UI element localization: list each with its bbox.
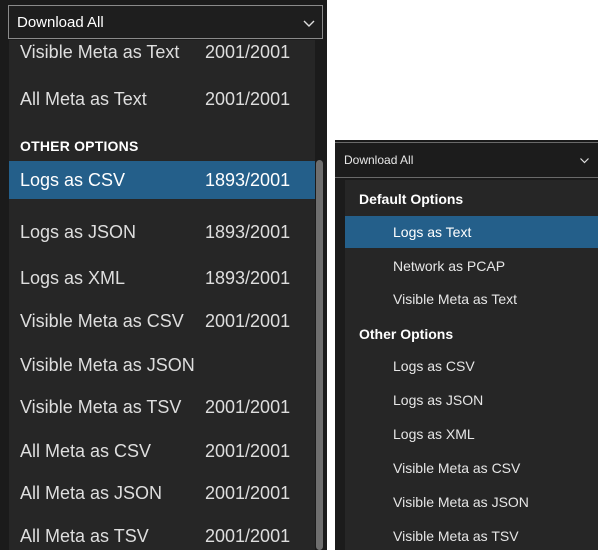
menu-item-label: Visible Meta as CSV xyxy=(393,460,521,476)
menu-item-label: Logs as Text xyxy=(393,224,472,240)
menu-item-count: 2001/2001 xyxy=(205,526,291,546)
menu-item-all-meta-as-text[interactable]: All Meta as Text 2001/2001 xyxy=(9,80,315,118)
left-dropdown-toggle[interactable]: Download All xyxy=(8,5,323,39)
menu-item-all-meta-as-json[interactable]: All Meta as JSON 2001/2001 xyxy=(9,474,315,512)
menu-item-label: Visible Meta as CSV xyxy=(20,311,184,331)
menu-item-visible-meta-as-tsv[interactable]: Visible Meta as TSV xyxy=(345,520,598,550)
menu-item-label: Logs as CSV xyxy=(393,358,475,374)
menu-item-label: Visible Meta as TSV xyxy=(393,528,519,544)
menu-item-label: Visible Meta as Text xyxy=(20,42,180,62)
menu-item-label: All Meta as CSV xyxy=(20,441,152,461)
menu-item-label: Visible Meta as JSON xyxy=(393,494,529,510)
menu-item-visible-meta-as-text[interactable]: Visible Meta as Text xyxy=(345,283,598,315)
menu-item-count: 2001/2001 xyxy=(205,441,291,461)
menu-item-label: All Meta as Text xyxy=(20,89,147,109)
menu-item-count: 2001/2001 xyxy=(205,311,291,331)
right-dropdown-label: Download All xyxy=(344,153,414,167)
chevron-down-icon xyxy=(303,20,315,27)
menu-item-count: 1893/2001 xyxy=(205,170,291,190)
menu-item-label: All Meta as TSV xyxy=(20,526,149,546)
menu-item-count: 2001/2001 xyxy=(205,397,291,417)
menu-item-logs-as-text[interactable]: Logs as Text xyxy=(345,216,598,248)
menu-item-label: All Meta as JSON xyxy=(20,483,163,503)
menu-item-label: Visible Meta as Text xyxy=(393,291,517,307)
menu-item-visible-meta-as-json[interactable]: Visible Meta as JSON xyxy=(345,486,598,518)
menu-item-label: Logs as JSON xyxy=(20,222,137,242)
menu-item-label: Network as PCAP xyxy=(393,258,506,274)
menu-item-logs-as-csv[interactable]: Logs as CSV xyxy=(345,350,598,382)
right-dropdown-list: Default Options Logs as Text Network as … xyxy=(345,180,598,550)
menu-item-count: 1893/2001 xyxy=(205,268,291,288)
section-header-default-options: Default Options xyxy=(359,191,464,207)
menu-item-label: Visible Meta as TSV xyxy=(20,397,182,417)
left-scrollbar-thumb[interactable] xyxy=(316,160,323,550)
menu-item-logs-as-csv[interactable]: Logs as CSV 1893/2001 xyxy=(9,161,315,199)
menu-item-label: Logs as JSON xyxy=(393,392,484,408)
menu-item-label: Visible Meta as JSON xyxy=(20,355,195,375)
section-header-other-options: Other Options xyxy=(359,326,454,342)
menu-item-network-as-pcap[interactable]: Network as PCAP xyxy=(345,250,598,282)
menu-item-label: Logs as XML xyxy=(393,426,475,442)
left-dropdown-label: Download All xyxy=(17,14,104,31)
menu-item-logs-as-xml[interactable]: Logs as XML 1893/2001 xyxy=(9,259,315,297)
chevron-down-icon xyxy=(580,158,589,164)
menu-item-all-meta-as-csv[interactable]: All Meta as CSV 2001/2001 xyxy=(9,432,315,470)
left-dropdown-list: Visible Meta as Text 2001/2001 All Meta … xyxy=(9,40,315,550)
menu-item-count: 2001/2001 xyxy=(205,42,291,62)
menu-item-visible-meta-as-csv[interactable]: Visible Meta as CSV 2001/2001 xyxy=(9,302,315,340)
menu-item-logs-as-json[interactable]: Logs as JSON 1893/2001 xyxy=(9,213,315,251)
menu-item-label: Logs as XML xyxy=(20,268,126,288)
menu-item-visible-meta-as-tsv[interactable]: Visible Meta as TSV 2001/2001 xyxy=(9,388,315,426)
menu-item-visible-meta-as-csv[interactable]: Visible Meta as CSV xyxy=(345,452,598,484)
menu-item-count: 2001/2001 xyxy=(205,89,291,109)
menu-item-logs-as-json[interactable]: Logs as JSON xyxy=(345,384,598,416)
menu-item-label: Logs as CSV xyxy=(20,170,126,190)
right-dropdown-toggle[interactable]: Download All xyxy=(335,142,598,178)
menu-item-visible-meta-as-json[interactable]: Visible Meta as JSON xyxy=(9,346,315,384)
menu-item-all-meta-as-tsv[interactable]: All Meta as TSV 2001/2001 xyxy=(9,517,315,550)
menu-item-visible-meta-as-text[interactable]: Visible Meta as Text 2001/2001 xyxy=(9,40,315,76)
menu-item-logs-as-xml[interactable]: Logs as XML xyxy=(345,418,598,450)
section-header-other-options: OTHER OPTIONS xyxy=(20,138,139,154)
menu-item-count: 1893/2001 xyxy=(205,222,291,242)
menu-item-count: 2001/2001 xyxy=(205,483,291,503)
